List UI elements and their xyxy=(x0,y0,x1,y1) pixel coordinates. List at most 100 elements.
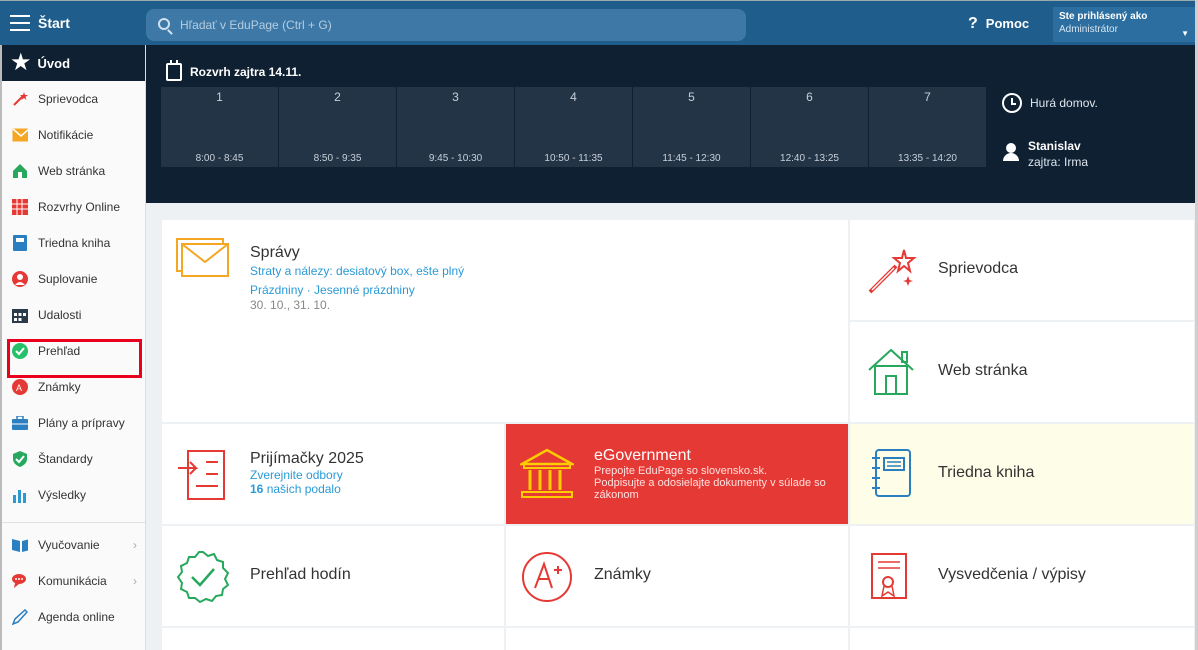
tile-bottom[interactable] xyxy=(162,628,504,650)
admission-form-icon xyxy=(178,450,225,500)
grade-icon: A xyxy=(12,379,28,395)
check-circle-icon xyxy=(12,343,28,359)
sidebar-item-udalosti[interactable]: Udalosti xyxy=(2,297,145,333)
magic-wand-icon xyxy=(12,91,28,107)
house-icon xyxy=(868,348,914,395)
tile-vysvedcenia[interactable]: Vysvedčenia / výpisy xyxy=(850,526,1194,626)
sidebar-item-standardy[interactable]: Štandardy xyxy=(2,441,145,477)
period-number: 7 xyxy=(924,90,931,104)
sidebar-item-label: Udalosti xyxy=(38,308,82,322)
chat-icon xyxy=(12,573,28,589)
sidebar-item-vysledky[interactable]: Výsledky xyxy=(2,477,145,513)
timetable-periods: 1 8:00 - 8:45 2 8:50 - 9:35 3 9:45 - 10:30 … xyxy=(161,87,987,167)
user-dropdown[interactable]: Ste prihlásený ako Administrátor ▼ xyxy=(1053,7,1195,42)
sidebar-item-prehlad[interactable]: Prehľad xyxy=(2,333,145,369)
sidebar-item-label: Web stránka xyxy=(38,164,106,178)
tile-title: Triedna kniha xyxy=(938,464,1035,481)
timetable-icon xyxy=(12,199,28,215)
book-icon xyxy=(12,235,28,251)
message-link[interactable]: Straty a nálezy: desiatový box, ešte pln… xyxy=(250,264,464,278)
sidebar-item-triedna-kniha[interactable]: Triedna kniha xyxy=(2,225,145,261)
period-cell[interactable]: 3 9:45 - 10:30 xyxy=(397,87,514,167)
sidebar-item-uvod[interactable]: ★ Úvod xyxy=(2,45,145,81)
egov-line1: Prepojte EduPage so slovensko.sk. xyxy=(594,465,768,477)
publish-programs-link[interactable]: Zverejnite odbory xyxy=(250,468,364,482)
tile-triedna-kniha[interactable]: Triedna kniha xyxy=(850,424,1194,524)
tile-prehlad-hodin[interactable]: Prehľad hodín xyxy=(162,526,504,626)
period-number: 4 xyxy=(570,90,577,104)
certificate-icon xyxy=(871,553,907,599)
substitution-name: Stanislav xyxy=(1028,139,1081,153)
tile-egovernment[interactable]: eGovernment Prepojte EduPage so slovensk… xyxy=(506,424,848,524)
magic-wand-icon xyxy=(868,249,917,294)
tile-title: Prijímačky 2025 xyxy=(250,450,364,467)
sidebar-item-label: Suplovanie xyxy=(38,272,98,286)
user-role: Administrátor xyxy=(1059,24,1118,35)
help-button[interactable]: ? Pomoc xyxy=(968,15,1029,33)
period-time: 12:40 - 13:25 xyxy=(780,153,839,164)
sidebar-item-label: Výsledky xyxy=(38,488,87,502)
timetable-title-text: Rozvrh zajtra 14.11. xyxy=(190,65,302,79)
check-badge-icon xyxy=(176,551,230,604)
briefcase-icon xyxy=(12,415,28,431)
tile-sprievodca[interactable]: Sprievodca xyxy=(850,220,1194,320)
sidebar-item-notifikacie[interactable]: Notifikácie xyxy=(2,117,145,153)
holiday-link[interactable]: Prázdniny · Jesenné prázdniny xyxy=(250,283,464,297)
search-icon xyxy=(158,18,170,30)
egov-line2: Podpisujte a odosielajte dokumenty v súl… xyxy=(594,477,826,501)
sidebar-item-label: Štandardy xyxy=(38,452,93,466)
substitution-row[interactable]: Stanislav zajtra: Irma xyxy=(1002,139,1098,169)
messages-icon xyxy=(176,238,229,277)
sidebar-item-label: Komunikácia xyxy=(38,574,107,588)
star-icon: ★ xyxy=(10,49,32,76)
sidebar-item-znamky[interactable]: A Známky xyxy=(2,369,145,405)
tile-prijimacky[interactable]: Prijímačky 2025 Zverejnite odbory 16 naš… xyxy=(162,424,504,524)
sidebar-group-vyucovanie[interactable]: Vyučovanie › xyxy=(2,527,145,563)
sidebar-item-label: Sprievodca xyxy=(38,92,99,106)
house-icon xyxy=(12,163,28,179)
chevron-right-icon: › xyxy=(133,538,137,552)
period-cell[interactable]: 6 12:40 - 13:25 xyxy=(751,87,868,167)
tile-bottom[interactable] xyxy=(850,628,1194,650)
holiday-dates: 30. 10., 31. 10. xyxy=(250,298,331,312)
applications-count-link[interactable]: 16 našich podalo xyxy=(250,482,364,496)
help-label: Pomoc xyxy=(985,16,1030,31)
search-box[interactable] xyxy=(146,9,746,41)
period-cell[interactable]: 1 8:00 - 8:45 xyxy=(161,87,278,167)
sidebar-item-sprievodca[interactable]: Sprievodca xyxy=(2,81,145,117)
timetable-title[interactable]: Rozvrh zajtra 14.11. xyxy=(166,60,302,81)
sidebar-item-rozvrhy-online[interactable]: Rozvrhy Online xyxy=(2,189,145,225)
search-input[interactable] xyxy=(180,9,740,41)
calendar-icon xyxy=(12,307,28,323)
government-building-icon xyxy=(520,448,574,498)
calendar-icon xyxy=(166,60,182,81)
clock-icon xyxy=(1002,93,1022,113)
sidebar-item-plany[interactable]: Plány a prípravy xyxy=(2,405,145,441)
tile-znamky[interactable]: Známky xyxy=(506,526,848,626)
chevron-down-icon: ▼ xyxy=(1181,29,1189,38)
tile-bottom[interactable] xyxy=(506,628,848,650)
tile-title: Web stránka xyxy=(938,362,1028,379)
period-time: 8:00 - 8:45 xyxy=(195,153,244,164)
open-book-icon xyxy=(12,537,28,553)
start-label[interactable]: Štart xyxy=(38,15,70,31)
egov-description: Prepojte EduPage so slovensko.sk. Podpis… xyxy=(594,465,844,501)
period-cell[interactable]: 7 13:35 - 14:20 xyxy=(869,87,986,167)
substitute-icon xyxy=(12,271,28,287)
period-cell[interactable]: 2 8:50 - 9:35 xyxy=(279,87,396,167)
sidebar-group-komunikacia[interactable]: Komunikácia › xyxy=(2,563,145,599)
sidebar-header-label: Úvod xyxy=(37,55,71,71)
tile-title: Známky xyxy=(594,566,651,583)
period-cell[interactable]: 4 10:50 - 11:35 xyxy=(515,87,632,167)
prijimacky-content: Prijímačky 2025 Zverejnite odbory 16 naš… xyxy=(250,450,364,496)
sidebar-item-suplovanie[interactable]: Suplovanie xyxy=(2,261,145,297)
sidebar-item-label: Notifikácie xyxy=(38,128,94,142)
hamburger-menu-icon[interactable] xyxy=(10,15,30,31)
period-time: 9:45 - 10:30 xyxy=(428,153,483,164)
tile-spravy[interactable]: Správy Straty a nálezy: desiatový box, e… xyxy=(162,220,848,422)
shield-check-icon xyxy=(12,451,28,467)
sidebar-item-web-stranka[interactable]: Web stránka xyxy=(2,153,145,189)
sidebar-group-agenda[interactable]: Agenda online xyxy=(2,599,145,635)
period-cell[interactable]: 5 11:45 - 12:30 xyxy=(633,87,750,167)
tile-web-stranka[interactable]: Web stránka xyxy=(850,322,1194,422)
